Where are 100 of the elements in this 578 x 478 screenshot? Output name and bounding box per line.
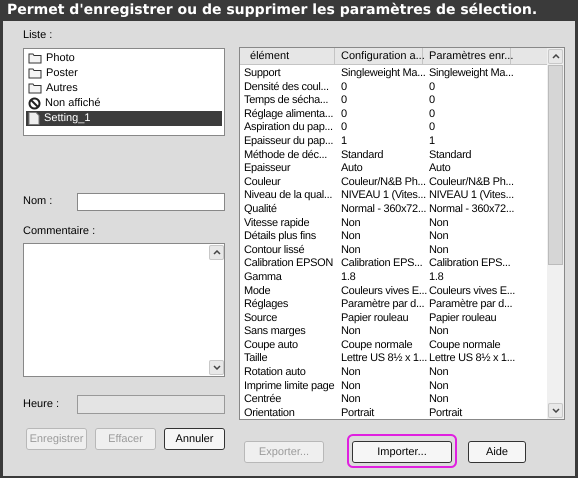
list-label: Liste : xyxy=(23,28,54,43)
table-cell-text: Epaisseur xyxy=(243,162,292,176)
column-header[interactable]: Configuration a... xyxy=(335,48,423,64)
table-cell-text: Normal - 360x72... xyxy=(340,202,423,217)
table-cell-text: Portrait xyxy=(428,406,464,419)
scrollbar[interactable] xyxy=(547,48,564,419)
table-cell-text: Imprime limite page xyxy=(243,380,335,394)
scroll-down-button[interactable] xyxy=(548,403,563,418)
table-cell-text: Non xyxy=(428,244,450,258)
table-cell-text: Détails plus fins xyxy=(243,230,317,244)
table-cell-text: Aspiration du pap... xyxy=(243,121,334,135)
table-cell-text: Réglages xyxy=(243,298,290,312)
table-cell-text: 1 xyxy=(428,134,436,149)
table-cell-text: Densité des coul... xyxy=(243,80,330,94)
table-cell-text: 1 xyxy=(340,134,348,149)
table-cell-text: 1.8 xyxy=(340,270,356,284)
caret-down-icon xyxy=(552,408,560,413)
table-cell-text: Papier rouleau xyxy=(428,312,498,326)
table-cell-text: 0 xyxy=(428,80,436,94)
table-cell-text: Auto xyxy=(428,162,452,176)
caret-up-icon xyxy=(212,250,220,255)
column-header[interactable]: Paramètres enr... xyxy=(423,48,511,64)
folder-icon xyxy=(28,67,42,79)
table-cell-text: Non xyxy=(340,380,362,394)
name-field[interactable] xyxy=(77,192,225,210)
table-cell-text: Papier rouleau xyxy=(340,312,410,326)
table-cell-text: Coupe normale xyxy=(340,338,414,352)
table-cell-text: Temps de sécha... xyxy=(243,94,330,108)
caret-down-icon xyxy=(212,365,220,370)
table-cell-text: Calibration EPS... xyxy=(428,257,511,271)
scroll-up-button[interactable] xyxy=(209,245,224,260)
column-header[interactable]: élément xyxy=(240,48,335,64)
table-cell-text: Non xyxy=(340,393,362,407)
table-cell-text: Standard xyxy=(340,148,384,162)
table-cell-text: Coupe auto xyxy=(243,338,299,352)
list-item[interactable]: Setting_1 xyxy=(26,110,222,126)
table-cell-text: Niveau de la qual... xyxy=(243,189,334,203)
table-cell-text: Standard xyxy=(428,148,472,162)
table-cell-text: 0 xyxy=(340,80,348,94)
name-label: Nom : xyxy=(23,194,54,210)
table-cell-text: Non xyxy=(428,325,450,339)
table-cell-text: Paramètre par d... xyxy=(428,298,511,312)
table-cell-text: 0 xyxy=(428,108,436,122)
table-cell-text: 0 xyxy=(340,94,348,108)
table-cell-text: 0 xyxy=(428,94,436,108)
dialog-button[interactable]: Annuler xyxy=(164,428,225,450)
table-cell-text: Réglage alimenta... xyxy=(243,108,334,122)
scroll-up-button[interactable] xyxy=(548,49,563,64)
table-cell-text: Couleur/N&B Ph... xyxy=(340,176,423,190)
table-cell-text: Non xyxy=(428,393,450,407)
table-cell-text: Méthode de déc... xyxy=(243,148,328,162)
table-cell-text: Mode xyxy=(243,284,272,298)
list-item[interactable]: Poster xyxy=(26,66,222,80)
table-cell-text: Non xyxy=(340,216,362,230)
scroll-down-button[interactable] xyxy=(209,360,224,375)
table-cell-text: Couleur xyxy=(243,176,282,190)
table-cell-text: 0 xyxy=(428,121,436,135)
table-cell-text: Vitesse rapide xyxy=(243,216,310,230)
caret-up-icon xyxy=(552,54,560,59)
dialog-button[interactable]: Importer... xyxy=(352,441,452,464)
folder-icon xyxy=(28,82,42,94)
table-cell-text: Singleweight Ma... xyxy=(340,67,423,81)
list-item[interactable]: Non affiché xyxy=(26,96,222,110)
table-cell-text: Non xyxy=(340,325,362,339)
table-cell-text: 0 xyxy=(340,108,348,122)
list-item[interactable]: Photo xyxy=(26,50,222,66)
table-cell-text: 0 xyxy=(340,121,348,135)
table-cell-text: Source xyxy=(243,312,278,326)
table-cell-text: Non xyxy=(340,230,362,244)
comment-label: Commentaire : xyxy=(23,224,96,238)
scrollbar[interactable] xyxy=(208,244,224,376)
table-cell-text: Non xyxy=(428,230,450,244)
table-cell-text: Paramètre par d... xyxy=(340,298,423,312)
table-cell-text: Epaisseur du pap... xyxy=(243,134,334,149)
table-cell-text: Calibration EPSON xyxy=(243,257,334,271)
table-cell-text: Auto xyxy=(340,162,364,176)
table-cell-text: Orientation xyxy=(243,406,296,419)
table-cell-text: Non xyxy=(428,216,450,230)
table-cell-text: Gamma xyxy=(243,270,283,284)
table-cell-text: Non xyxy=(340,244,362,258)
scroll-thumb[interactable] xyxy=(548,65,563,265)
table-cell-text: Contour lissé xyxy=(243,244,306,258)
list-item[interactable]: Autres xyxy=(26,80,222,96)
table-cell-text: Non xyxy=(428,366,450,380)
table-cell-text: Singleweight Ma... xyxy=(428,67,511,81)
prohibited-icon xyxy=(28,96,41,110)
dialog-button[interactable]: Aide xyxy=(468,441,526,464)
table-cell-text: Qualité xyxy=(243,202,278,217)
folder-icon xyxy=(28,52,42,64)
document-icon xyxy=(28,112,40,124)
time-label: Heure : xyxy=(23,397,60,412)
table-cell-text: Centrée xyxy=(243,393,282,407)
table-cell-text: Coupe normale xyxy=(428,338,502,352)
table-cell-text: Rotation auto xyxy=(243,366,307,380)
comment-field[interactable] xyxy=(23,243,225,377)
table-cell-text: Non xyxy=(340,366,362,380)
table-cell-text: Sans marges xyxy=(243,325,307,339)
table-cell-text: Taille xyxy=(243,352,268,366)
table-cell-text: Non xyxy=(428,380,450,394)
window-title: Permet d'enregistrer ou de supprimer les paramètres de sélection. xyxy=(6,1,538,20)
